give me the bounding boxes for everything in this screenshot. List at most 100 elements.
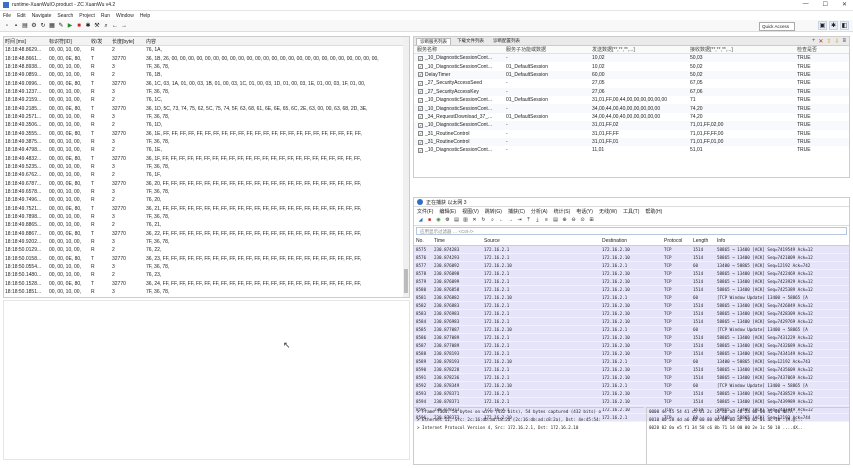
- header-info[interactable]: Info: [717, 238, 849, 244]
- menu-icon[interactable]: ≡: [842, 38, 846, 45]
- ws-menu-tools[interactable]: 工具(T): [623, 208, 639, 215]
- log-row[interactable]: 18:18:49.5235... 00, 00, 10, 00, R 3 7F, 36,…: [4, 163, 409, 171]
- header-ws-length[interactable]: Length: [693, 238, 717, 244]
- service-checkbox[interactable]: ✓: [418, 114, 423, 120]
- log-row[interactable]: 18:18:49.1237... 00, 00, 10, 00, R 3 7F, 36,…: [4, 88, 409, 96]
- log-row[interactable]: 18:18:49.6787... 00, 00, 0E, 80, T 32770 36,…: [4, 180, 409, 188]
- service-row[interactable]: ✓ _10_DiagnosticSessionCont... -11,01 51,01…: [414, 146, 849, 154]
- search-icon[interactable]: ⌕: [102, 22, 110, 30]
- menu-search[interactable]: Search: [57, 13, 73, 19]
- header-id[interactable]: 标识符[ID]: [49, 38, 91, 45]
- log-row[interactable]: 18:18:49.2185... 00, 00, 0E, 80, T 32770 36,…: [4, 104, 409, 112]
- open-icon[interactable]: ▤: [21, 22, 29, 30]
- menu-help[interactable]: Help: [140, 13, 150, 19]
- save-icon[interactable]: ▪: [12, 22, 20, 30]
- debug-perspective-icon[interactable]: ✱: [829, 21, 838, 30]
- service-checkbox[interactable]: ✓: [418, 106, 423, 112]
- log-row[interactable]: 18:18:49.7898... 00, 00, 10, 00, R 3 7F, 36,…: [4, 213, 409, 221]
- restart-capture-icon[interactable]: ◉: [435, 217, 442, 224]
- log-row[interactable]: 18:18:50.0554... 00, 00, 10, 00, R 3 7F, 36,…: [4, 263, 409, 271]
- header-destination[interactable]: Destination: [602, 238, 664, 244]
- first-packet-icon[interactable]: ⤒: [525, 217, 532, 224]
- header-source[interactable]: Source: [484, 238, 602, 244]
- header-subfunction[interactable]: 服务子功能或数据: [506, 46, 592, 53]
- packet-row[interactable]: 8589 230.878193 172.16.2.10 172.16.2.1 TCP 60…: [414, 358, 849, 366]
- service-row[interactable]: ✓ _10_DiagnosticSessionCont... -31,01,FF,0…: [414, 121, 849, 130]
- start-capture-icon[interactable]: ◢: [417, 217, 424, 224]
- settings-icon[interactable]: ⚙: [30, 22, 38, 30]
- quick-access-input[interactable]: Quick Access: [759, 22, 795, 31]
- menu-window[interactable]: Window: [116, 13, 134, 19]
- packet-row[interactable]: 8585 230.877087 172.16.2.10 172.16.2.1 TCP 60…: [414, 326, 849, 334]
- minimize-button[interactable]: —: [803, 1, 809, 8]
- open-file-icon[interactable]: ▤: [453, 217, 460, 224]
- service-checkbox[interactable]: ✓: [418, 97, 423, 103]
- packet-row[interactable]: 8586 230.877089 172.16.2.1 172.16.2.10 TCP 15…: [414, 334, 849, 342]
- go-to-packet-icon[interactable]: ⇥: [516, 217, 523, 224]
- java-perspective-icon[interactable]: ◧: [840, 21, 849, 30]
- header-no[interactable]: No.: [414, 238, 434, 244]
- service-checkbox[interactable]: ✓: [418, 55, 423, 61]
- service-row[interactable]: ✓ _31_RoutineControl -31,01,FF,01 71,01,FF,…: [414, 137, 849, 147]
- ws-menu-go[interactable]: 跳转(G): [485, 208, 502, 215]
- service-row[interactable]: ✓ DelayTimer 01_DefaultSession 60,00 50,02 TR…: [414, 70, 849, 80]
- resize-columns-icon[interactable]: ⊞: [588, 217, 595, 224]
- header-length[interactable]: 长度[byte]: [112, 38, 146, 45]
- header-receive-data[interactable]: 接收数据[**,**,**,...]: [690, 46, 797, 53]
- tab-diagnostic-config[interactable]: 诊断配置列表: [490, 38, 523, 44]
- packet-row[interactable]: 8588 230.878193 172.16.2.1 172.16.2.10 TCP 15…: [414, 350, 849, 358]
- service-checkbox[interactable]: ✓: [418, 72, 423, 78]
- header-protocol[interactable]: Protocol: [664, 238, 693, 244]
- log-row[interactable]: 18:18:49.3555... 00, 00, 0E, 80, T 32770 36,…: [4, 129, 409, 137]
- packet-row[interactable]: 8580 230.876858 172.16.2.1 172.16.2.10 TCP 15…: [414, 286, 849, 294]
- packet-row[interactable]: 8579 230.876099 172.16.2.1 172.16.2.10 TCP 15…: [414, 278, 849, 286]
- new-icon[interactable]: ▫: [3, 22, 11, 30]
- log-row[interactable]: 18:18:49.2159... 00, 00, 10, 00, R 2 76, 1C,: [4, 96, 409, 104]
- back-icon[interactable]: ←: [111, 22, 119, 30]
- log-row[interactable]: 18:18:50.1480... 00, 00, 10, 00, R 2 76, 23,: [4, 271, 409, 279]
- header-time[interactable]: 时间 [ms]: [4, 38, 49, 45]
- service-checkbox[interactable]: ✓: [418, 80, 423, 86]
- hex-line[interactable]: 0000 4e 45 54 41 c5 01 2c 16 db ad c8 2a…: [647, 408, 849, 416]
- zoom-reset-icon[interactable]: ⊙: [579, 217, 586, 224]
- edit-icon[interactable]: ✎: [57, 22, 65, 30]
- service-checkbox[interactable]: ✓: [418, 139, 423, 145]
- log-row[interactable]: 18:18:50.0158... 00, 00, 0E, 80, T 32770 36,…: [4, 255, 409, 263]
- menu-navigate[interactable]: Navigate: [32, 13, 52, 19]
- service-checkbox[interactable]: ✓: [418, 131, 423, 137]
- grid-icon[interactable]: ▦: [48, 22, 56, 30]
- stop-icon[interactable]: ■: [75, 22, 83, 30]
- log-scroll-thumb[interactable]: [404, 269, 408, 293]
- log-scrollbar[interactable]: [403, 37, 409, 297]
- service-row[interactable]: ✓ _10_DiagnosticSessionCont... 01_DefaultS…: [414, 96, 849, 104]
- packet-row[interactable]: 8584 230.876983 172.16.2.1 172.16.2.10 TCP 15…: [414, 318, 849, 326]
- log-row[interactable]: 18:18:49.7521... 00, 00, 0E, 80, T 32770 36,…: [4, 205, 409, 213]
- packet-row[interactable]: 8591 230.878236 172.16.2.1 172.16.2.10 TCP 15…: [414, 374, 849, 382]
- tab-diagnostic-services[interactable]: 诊断服务列表: [416, 37, 451, 45]
- log-row[interactable]: 18:18:49.2571... 00, 00, 10, 00, R 3 7F, 36,…: [4, 113, 409, 121]
- service-row[interactable]: ✓ _10_DiagnosticSessionCont... -10,02 50,03…: [414, 54, 849, 63]
- save-file-icon[interactable]: ▥: [462, 217, 469, 224]
- packet-row[interactable]: 8575 230.874283 172.16.2.1 172.16.2.10 TCP 15…: [414, 246, 849, 254]
- ws-menu-analyze[interactable]: 分析(A): [531, 208, 548, 215]
- log-row[interactable]: 18:18:49.6762... 00, 00, 10, 00, R 2 76, 1F,: [4, 171, 409, 179]
- packet-row[interactable]: 8576 230.874293 172.16.2.1 172.16.2.10 TCP 15…: [414, 254, 849, 262]
- service-row[interactable]: ✓ _31_RoutineControl -31,01,FF,FF 71,01,FF,…: [414, 130, 849, 138]
- menu-run[interactable]: Run: [101, 13, 110, 19]
- ws-menu-file[interactable]: 文件(F): [417, 208, 433, 215]
- packet-row[interactable]: 8582 230.876883 172.16.2.1 172.16.2.10 TCP 15…: [414, 302, 849, 310]
- log-row[interactable]: 18:18:48.8938... 00, 00, 10, 00, R 3 7F, 36,…: [4, 63, 409, 71]
- packet-row[interactable]: 8593 230.878371 172.16.2.1 172.16.2.10 TCP 15…: [414, 390, 849, 398]
- down-icon[interactable]: ⇩: [834, 38, 839, 45]
- detail-frame[interactable]: > Frame 7364: 54 bytes on wire (432 bits…: [414, 408, 644, 416]
- packet-row[interactable]: 8587 230.877089 172.16.2.1 172.16.2.10 TCP 15…: [414, 342, 849, 350]
- perspective-icon[interactable]: ▣: [818, 21, 827, 30]
- log-row[interactable]: 18:18:49.6578... 00, 00, 10, 00, R 3 7F, 36,…: [4, 188, 409, 196]
- service-checkbox[interactable]: ✓: [418, 89, 423, 95]
- log-row[interactable]: 18:18:50.1851... 00, 00, 10, 00, R 3 7F, 36,…: [4, 288, 409, 296]
- packet-row[interactable]: 8577 230.876092 172.16.2.10 172.16.2.1 TCP 60…: [414, 262, 849, 270]
- zoom-out-icon[interactable]: ⊖: [570, 217, 577, 224]
- ws-menu-view[interactable]: 视图(V): [462, 208, 479, 215]
- log-row[interactable]: 18:18:48.8661... 00, 00, 0E, 80, T 32770 36,…: [4, 54, 409, 62]
- find-packet-icon[interactable]: ⌕: [489, 217, 496, 224]
